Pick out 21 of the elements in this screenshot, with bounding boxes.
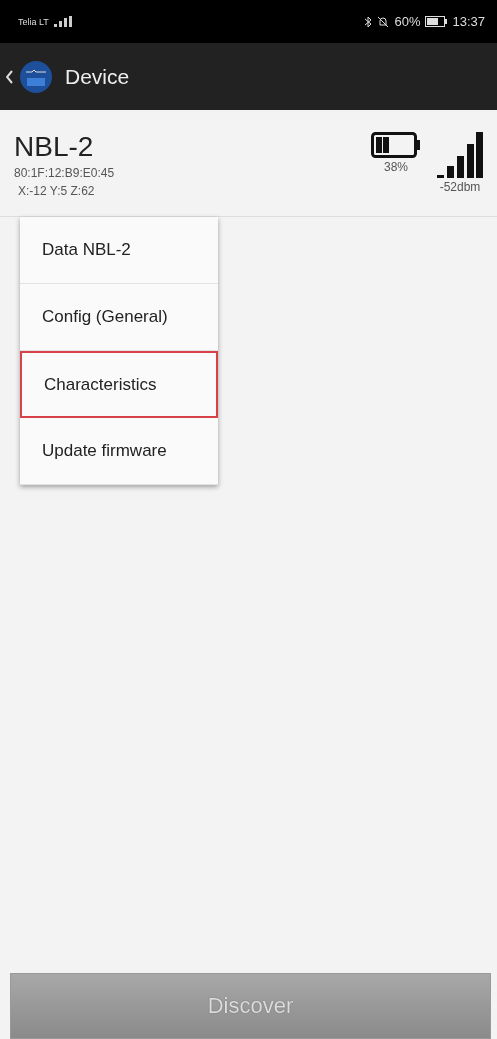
battery-icon	[425, 16, 448, 27]
carrier-label: Telia LT	[18, 16, 49, 27]
device-battery-percent: 38%	[384, 160, 408, 174]
battery-percent: 60%	[394, 14, 421, 29]
axis-readings: X:-12 Y:5 Z:62	[18, 184, 95, 198]
battery-icon	[371, 132, 421, 158]
signal-strength-icon	[437, 132, 483, 178]
device-address: 80:1F:12:B9:E0:45	[14, 166, 115, 180]
bluetooth-icon	[364, 15, 373, 28]
menu-item[interactable]: Characteristics	[20, 351, 218, 418]
menu-item[interactable]: Config (General)	[20, 284, 218, 351]
signal-icon	[53, 16, 72, 27]
app-logo-icon	[19, 59, 53, 94]
device-name: NBL-2	[14, 132, 94, 162]
mute-icon	[377, 15, 390, 28]
signal-reading: -52dbm	[439, 180, 481, 194]
menu-item[interactable]: Update firmware	[20, 418, 218, 485]
back-icon[interactable]	[6, 69, 13, 84]
screen-title: Device	[65, 64, 130, 89]
menu-item[interactable]: Data NBL-2	[20, 217, 218, 284]
clock-time: 13:37	[452, 14, 485, 29]
